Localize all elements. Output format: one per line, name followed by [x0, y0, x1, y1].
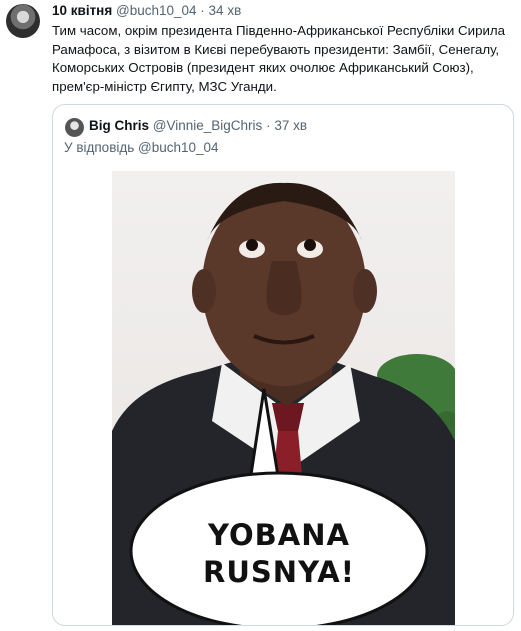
meme-caption-line2: RUSNYA!: [203, 555, 355, 589]
quoted-author-name: Big Chris: [89, 118, 150, 133]
tweet-text: Тим часом, окрім президента Південно-Афр…: [52, 23, 506, 94]
tweet-header: 10 квітня @buch10_04 · 34 хв: [52, 3, 241, 18]
reply-context: У відповідь @buch10_04: [64, 140, 219, 155]
quoted-tweet-header: Big Chris @Vinnie_BigChris · 37 хв: [89, 118, 307, 133]
tweet-time[interactable]: 34 хв: [209, 3, 242, 18]
quoted-tweet-time: 37 хв: [274, 118, 308, 133]
header-separator: ·: [200, 3, 205, 18]
meme-caption-line1: YOBANA: [208, 518, 350, 552]
reply-prefix: У відповідь: [64, 140, 135, 155]
author-avatar[interactable]: [6, 4, 40, 38]
quoted-author-avatar: [65, 118, 84, 137]
meme-image[interactable]: YOBANA RUSNYA!: [112, 171, 455, 625]
meme-caption: YOBANA RUSNYA!: [144, 517, 414, 591]
author-name[interactable]: 10 квітня: [52, 3, 112, 18]
quoted-author-handle: @Vinnie_BigChris: [152, 118, 263, 133]
reply-handle[interactable]: @buch10_04: [138, 140, 219, 155]
quoted-tweet-card[interactable]: Big Chris @Vinnie_BigChris · 37 хв У від…: [52, 104, 514, 626]
quoted-header-separator: ·: [266, 118, 271, 133]
author-handle[interactable]: @buch10_04: [116, 3, 197, 18]
